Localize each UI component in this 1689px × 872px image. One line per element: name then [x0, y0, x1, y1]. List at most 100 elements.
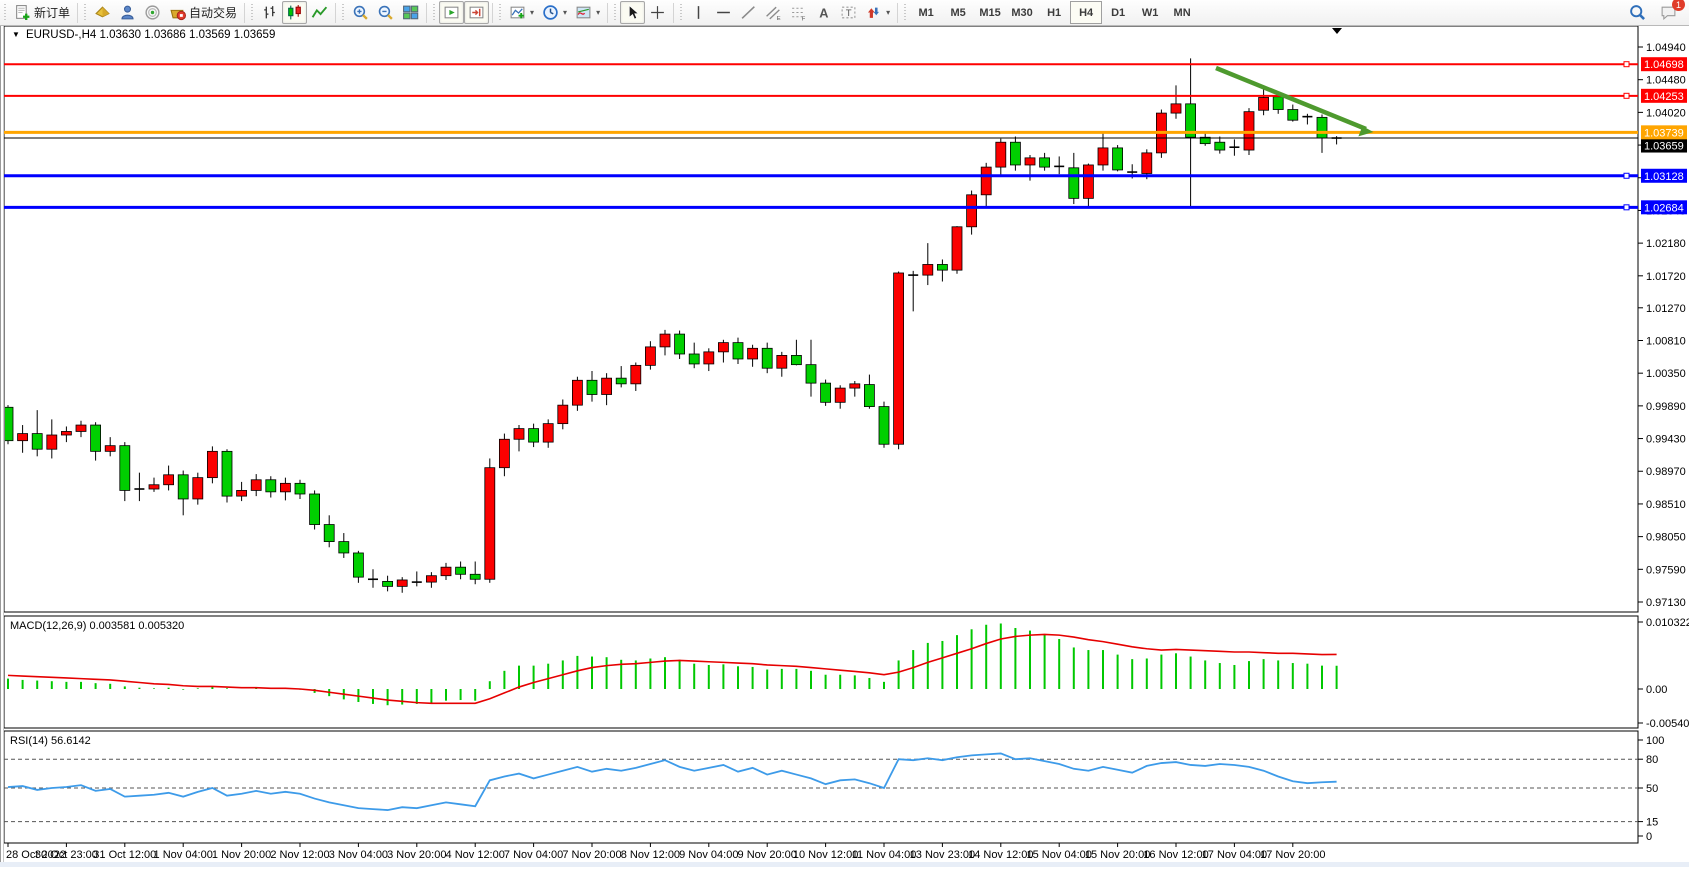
trendline-button[interactable] [736, 1, 761, 24]
rsi-tick-label: 50 [1646, 783, 1658, 795]
templates-button[interactable]: ▾ [571, 1, 604, 24]
candle-body [18, 434, 28, 441]
group-drag-handle [432, 4, 437, 22]
bar-chart-mode-button[interactable] [257, 1, 282, 24]
date-tick-label: 15 Nov 04:00 [1026, 849, 1091, 861]
date-tick-label: 10 Nov 12:00 [793, 849, 858, 861]
timeframe-group: M1M5M15M30H1H4D1W1MN [900, 0, 1199, 25]
fibonacci-retracement-button[interactable]: F [786, 1, 811, 24]
macd-panel [4, 616, 1638, 728]
navigator-icon [119, 4, 136, 21]
line-chart-mode-button[interactable] [307, 1, 332, 24]
candle-body [689, 354, 699, 364]
timeframe-m5-button[interactable]: M5 [942, 1, 974, 24]
shapes-icon [865, 4, 882, 21]
toolbar-group [429, 0, 490, 25]
price-level-badge-label: 1.03739 [1644, 127, 1684, 139]
date-tick-label: 14 Nov 12:00 [968, 849, 1033, 861]
cursor-icon [624, 4, 641, 21]
price-tick-label: 1.01270 [1646, 303, 1686, 315]
candle-body [967, 195, 977, 227]
candle-body [441, 567, 451, 576]
toolbar-separator [244, 3, 245, 23]
candle-body [91, 425, 101, 451]
toolbar-group: EFAT▾ [676, 0, 895, 25]
shift-icon [468, 4, 485, 21]
candlestick-mode-button[interactable] [282, 1, 307, 24]
horizontal-line-button[interactable] [711, 1, 736, 24]
candle-body [704, 352, 714, 364]
chart-canvas[interactable]: ▼EURUSD-,H4 1.03630 1.03686 1.03569 1.03… [0, 26, 1689, 867]
zoom-in-button[interactable] [348, 1, 373, 24]
timeframe-h4-button[interactable]: H4 [1070, 1, 1102, 24]
candles-icon [286, 4, 303, 21]
crosshair-button[interactable] [645, 1, 670, 24]
text-label-button[interactable]: T [836, 1, 861, 24]
candle-body [485, 468, 495, 580]
date-tick-label: 11 Nov 04:00 [852, 849, 917, 861]
price-tick-label: 0.97130 [1646, 597, 1686, 609]
market-watch-button[interactable] [90, 1, 115, 24]
candle-body [616, 378, 626, 384]
indicators-button[interactable]: ▾ [505, 1, 538, 24]
rsi-tick-label: 80 [1646, 754, 1658, 766]
candle-body [835, 388, 845, 402]
candle-body [266, 480, 276, 492]
toolbar-separator [77, 3, 78, 23]
search-button[interactable] [1625, 1, 1650, 24]
candle-body [514, 429, 524, 440]
timeframe-m30-button[interactable]: M30 [1006, 1, 1038, 24]
group-drag-handle [341, 4, 346, 22]
macd-tick-label: 0.00 [1646, 684, 1667, 696]
crosshair-icon [649, 4, 666, 21]
toolbar-group [338, 0, 424, 25]
date-tick-label: 4 Nov 12:00 [446, 849, 505, 861]
date-tick-label: 1 Nov 20:00 [212, 849, 271, 861]
timeframe-w1-button[interactable]: W1 [1134, 1, 1166, 24]
timeframe-d1-button[interactable]: D1 [1102, 1, 1134, 24]
equidistant-channel-button[interactable]: E [761, 1, 786, 24]
vertical-line-button[interactable] [686, 1, 711, 24]
candle-body [353, 553, 363, 577]
auto-trading-button[interactable]: 自动交易 [165, 1, 241, 24]
auto-trading-label: 自动交易 [189, 4, 237, 21]
hline-icon [715, 4, 732, 21]
candle-body [631, 365, 641, 383]
toolbar-separator [897, 3, 898, 23]
group-drag-handle [613, 4, 618, 22]
candle-body [981, 167, 991, 195]
rsi-panel [4, 731, 1638, 843]
navigator-button[interactable] [115, 1, 140, 24]
timeframe-m15-button[interactable]: M15 [974, 1, 1006, 24]
cursor-button[interactable] [620, 1, 645, 24]
candle-body [1040, 158, 1050, 167]
periods-button[interactable]: ▾ [538, 1, 571, 24]
line-handle [1624, 173, 1629, 178]
date-tick-label: 30 Oct 23:00 [35, 849, 98, 861]
timeframe-m1-button[interactable]: M1 [910, 1, 942, 24]
zoom-out-button[interactable] [373, 1, 398, 24]
chart-window[interactable]: ▼EURUSD-,H4 1.03630 1.03686 1.03569 1.03… [0, 26, 1689, 867]
candle-body [61, 431, 71, 435]
signals-button[interactable] [140, 1, 165, 24]
arrow-objects-button[interactable]: ▾ [861, 1, 894, 24]
new-order-button[interactable]: 新订单 [10, 1, 74, 24]
autoscroll-icon [443, 4, 460, 21]
notifications-button[interactable]: 1 [1656, 1, 1681, 24]
tile-windows-button[interactable] [398, 1, 423, 24]
candle-body [1259, 97, 1269, 110]
auto-scroll-button[interactable] [439, 1, 464, 24]
candle-body [937, 264, 947, 270]
price-tick-label: 1.00350 [1646, 368, 1686, 380]
timeframe-mn-button[interactable]: MN [1166, 1, 1198, 24]
candle-body [251, 480, 261, 491]
group-drag-handle [903, 4, 908, 22]
date-tick-label: 2 Nov 12:00 [270, 849, 329, 861]
rsi-label: RSI(14) 56.6142 [10, 735, 91, 747]
text-button[interactable]: A [811, 1, 836, 24]
timeframe-h1-button[interactable]: H1 [1038, 1, 1070, 24]
group-drag-handle [498, 4, 503, 22]
chart-shift-button[interactable] [464, 1, 489, 24]
candle-body [178, 475, 188, 499]
chevron-down-icon: ▾ [596, 8, 600, 17]
